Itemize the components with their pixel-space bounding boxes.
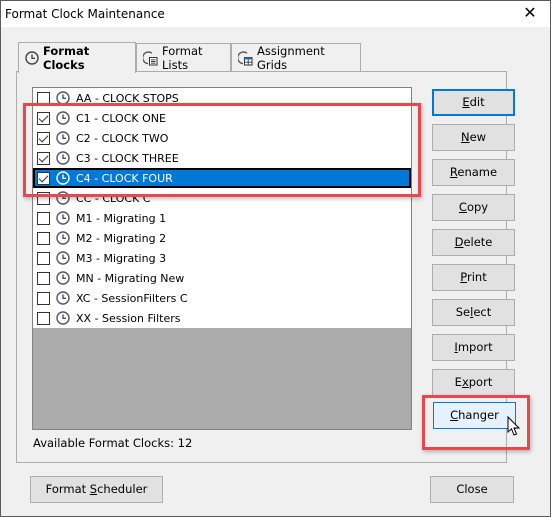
clock-list-item[interactable]: C4 - CLOCK FOUR xyxy=(33,168,411,188)
mouse-cursor-icon xyxy=(507,415,521,441)
clock-label: XX - Session Filters xyxy=(76,311,181,325)
clock-list-item[interactable]: C2 - CLOCK TWO xyxy=(33,128,411,148)
close-button[interactable]: Close xyxy=(430,476,514,503)
clock-list-item[interactable]: M3 - Migrating 3 xyxy=(33,248,411,268)
clock-icon xyxy=(56,251,70,265)
changer-button[interactable]: Changer xyxy=(433,402,516,429)
checkbox[interactable] xyxy=(37,191,50,205)
title-bar: Format Clock Maintenance ✕ xyxy=(1,1,550,27)
checkbox[interactable] xyxy=(37,171,50,185)
tab-format-lists[interactable]: Format Lists xyxy=(136,43,231,72)
checkbox[interactable] xyxy=(37,131,50,145)
tab-label: Format Lists xyxy=(162,44,203,72)
clock-label: CC - CLOCK C xyxy=(76,191,151,205)
checkbox[interactable] xyxy=(37,271,50,285)
edit-button[interactable]: Edit xyxy=(432,89,515,116)
clock-list-item[interactable]: XC - SessionFilters C xyxy=(33,288,411,308)
clock-icon xyxy=(25,51,39,65)
window-title: Format Clock Maintenance xyxy=(5,7,165,21)
clock-label: C2 - CLOCK TWO xyxy=(76,131,169,145)
format-list-icon xyxy=(143,50,158,66)
copy-button[interactable]: Copy xyxy=(432,194,515,221)
clock-label: M3 - Migrating 3 xyxy=(76,251,167,265)
clock-icon xyxy=(56,111,70,125)
clock-icon xyxy=(56,171,70,185)
checkbox[interactable] xyxy=(37,251,50,265)
clock-label: C4 - CLOCK FOUR xyxy=(76,171,173,185)
clock-icon xyxy=(56,91,70,105)
checkbox[interactable] xyxy=(37,291,50,305)
clock-label: MN - Migrating New xyxy=(76,271,185,285)
clock-icon xyxy=(56,271,70,285)
clock-list-item[interactable]: MN - Migrating New xyxy=(33,268,411,288)
clock-list-item[interactable]: C3 - CLOCK THREE xyxy=(33,148,411,168)
delete-button[interactable]: Delete xyxy=(432,229,515,256)
checkbox[interactable] xyxy=(37,91,50,105)
clock-label: AA - CLOCK STOPS xyxy=(76,91,179,105)
clock-list-item[interactable]: CC - CLOCK C xyxy=(33,188,411,208)
clock-icon xyxy=(56,231,70,245)
clock-icon xyxy=(56,211,70,225)
list-items-area: AA - CLOCK STOPS C1 - CLOCK ONE C2 - CLOCK… xyxy=(33,88,411,328)
checkbox[interactable] xyxy=(37,311,50,325)
tab-label: Assignment Grids xyxy=(257,44,325,72)
clock-label: M2 - Migrating 2 xyxy=(76,231,167,245)
tab-format-clocks[interactable]: Format Clocks xyxy=(18,42,136,73)
clock-label: M1 - Migrating 1 xyxy=(76,211,167,225)
clock-icon xyxy=(56,311,70,325)
clock-list-item[interactable]: M1 - Migrating 1 xyxy=(33,208,411,228)
format-scheduler-button[interactable]: Format Scheduler xyxy=(30,476,163,503)
clock-label: C3 - CLOCK THREE xyxy=(76,151,179,165)
select-button[interactable]: Select xyxy=(432,299,515,326)
checkbox[interactable] xyxy=(37,211,50,225)
clock-list-item[interactable]: M2 - Migrating 2 xyxy=(33,228,411,248)
import-button[interactable]: Import xyxy=(432,334,515,361)
format-clock-maintenance-dialog: Format Clock Maintenance ✕ Format Clocks… xyxy=(0,0,551,517)
clock-icon xyxy=(56,151,70,165)
checkbox[interactable] xyxy=(37,111,50,125)
clock-list-item[interactable]: XX - Session Filters xyxy=(33,308,411,328)
tab-label: Format Clocks xyxy=(43,44,90,72)
clock-label: C1 - CLOCK ONE xyxy=(76,111,166,125)
close-icon[interactable]: ✕ xyxy=(522,5,538,21)
assignment-grid-icon xyxy=(238,50,253,66)
tab-assignment-grids[interactable]: Assignment Grids xyxy=(231,43,361,72)
new-button[interactable]: New xyxy=(432,124,515,151)
clock-icon xyxy=(56,191,70,205)
print-button[interactable]: Print xyxy=(432,264,515,291)
export-button[interactable]: Export xyxy=(432,369,515,396)
clock-icon xyxy=(56,131,70,145)
clock-label: XC - SessionFilters C xyxy=(76,291,188,305)
checkbox[interactable] xyxy=(37,151,50,165)
clock-icon xyxy=(56,291,70,305)
format-clocks-list[interactable]: AA - CLOCK STOPS C1 - CLOCK ONE C2 - CLOCK… xyxy=(32,87,412,430)
available-format-clocks-count: Available Format Clocks: 12 xyxy=(33,436,193,450)
rename-button[interactable]: Rename xyxy=(432,159,515,186)
checkbox[interactable] xyxy=(37,231,50,245)
clock-list-item[interactable]: AA - CLOCK STOPS xyxy=(33,88,411,108)
clock-list-item[interactable]: C1 - CLOCK ONE xyxy=(33,108,411,128)
